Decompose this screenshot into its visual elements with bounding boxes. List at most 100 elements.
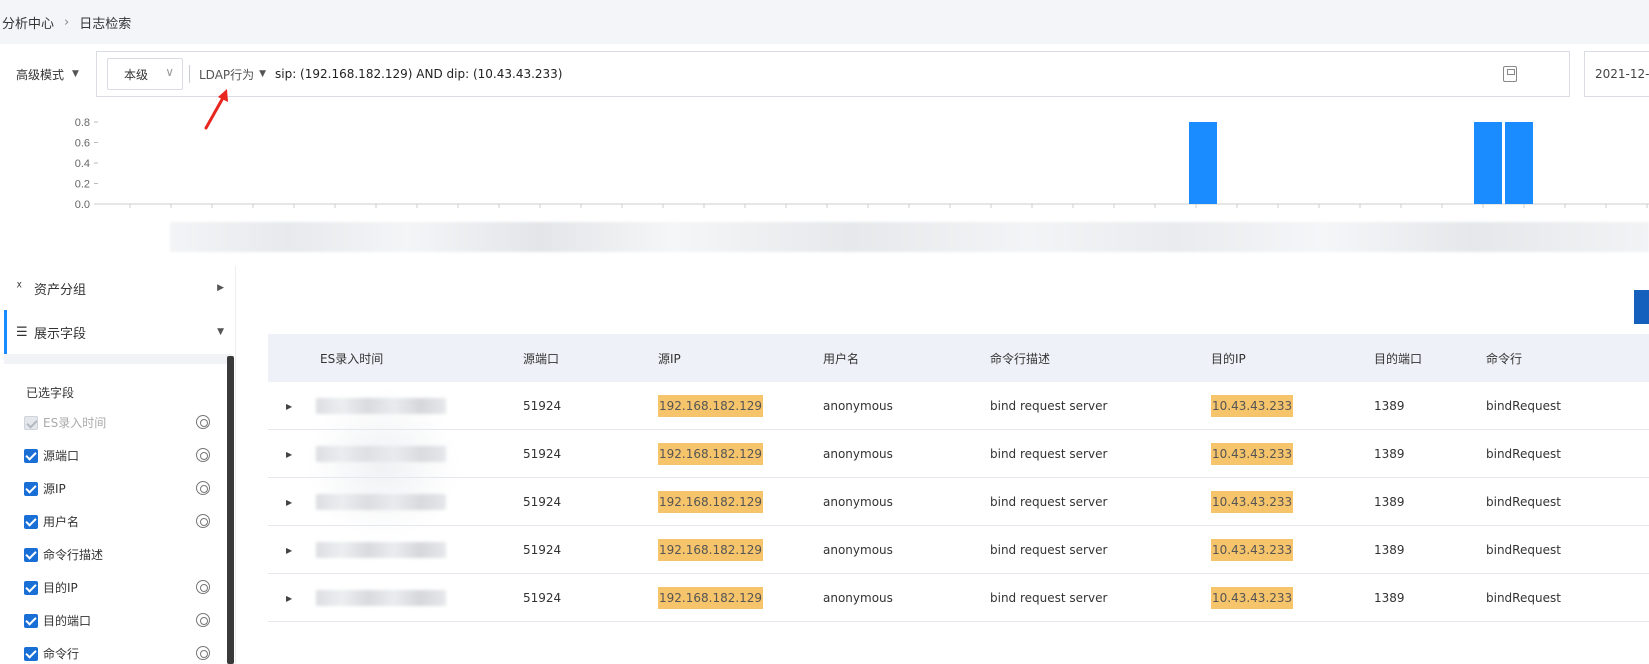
panel-divider xyxy=(4,354,232,364)
breadcrumb-parent[interactable]: 分析中心 xyxy=(2,13,54,32)
column-header[interactable]: 命令行 xyxy=(1486,334,1522,382)
blurred-timestamp xyxy=(316,590,446,606)
query-input[interactable]: sip: (192.168.182.129) AND dip: (10.43.4… xyxy=(275,52,562,96)
table-row[interactable]: ▶ 51924 192.168.182.129 anonymous bind reque… xyxy=(268,574,1649,622)
checkbox[interactable] xyxy=(24,646,38,661)
cell-user: anonymous xyxy=(823,591,893,605)
level-select[interactable]: 本级 ∨ xyxy=(107,58,183,90)
selected-field-item[interactable]: ES录入时间 xyxy=(24,406,220,439)
column-header[interactable]: 目的端口 xyxy=(1374,334,1422,382)
checkbox[interactable] xyxy=(24,613,38,628)
cell-es-time xyxy=(316,574,446,622)
cell-cmd: bindRequest xyxy=(1486,399,1561,413)
mode-select-label: 高级模式 xyxy=(16,67,65,82)
highlighted-ip: 10.43.43.233 xyxy=(1211,539,1294,561)
date-picker[interactable]: 2021-12-2 xyxy=(1584,51,1649,97)
y-tick-label: 0.2 xyxy=(75,179,90,191)
expand-row-icon[interactable]: ▶ xyxy=(286,546,292,555)
histogram-bar[interactable] xyxy=(1505,122,1533,204)
selected-field-item[interactable]: 命令行描述 xyxy=(24,538,220,571)
histogram-bar[interactable] xyxy=(1189,122,1217,204)
highlighted-ip: 192.168.182.129 xyxy=(658,587,764,609)
cell-src-port: 51924 xyxy=(523,591,562,605)
expand-row-icon[interactable]: ▶ xyxy=(286,402,292,411)
selected-field-item[interactable]: 目的IP xyxy=(24,571,220,604)
blurred-time-axis xyxy=(170,222,1649,252)
column-header[interactable]: 源端口 xyxy=(523,334,559,382)
expand-row-icon[interactable]: ▶ xyxy=(286,450,292,459)
caret-down-icon: ▼ xyxy=(72,69,79,79)
cell-src-ip: 192.168.182.129 xyxy=(658,574,764,622)
eye-icon[interactable] xyxy=(196,613,210,627)
field-label: 源IP xyxy=(43,482,66,496)
eye-icon[interactable] xyxy=(196,481,210,495)
checkbox[interactable] xyxy=(24,514,38,529)
selected-fields-title: 已选字段 xyxy=(26,386,75,400)
field-label: ES录入时间 xyxy=(43,416,107,430)
eye-icon[interactable] xyxy=(196,448,210,462)
table-row[interactable]: ▶ 51924 192.168.182.129 anonymous bind reque… xyxy=(268,526,1649,574)
selected-field-item[interactable]: 用户名 xyxy=(24,505,220,538)
left-panel: ᕽ 资产分组 ▶ ☰ 展示字段 ▼ 已选字段 ES录入时间 源端口 源IP 用户名 命令… xyxy=(0,266,236,664)
results-table: ES录入时间 源端口 源IP 用户名 命令行描述 目的IP 目的端口 命令行 ▶ 51924 19… xyxy=(268,334,1649,622)
column-header[interactable]: 命令行描述 xyxy=(990,334,1050,382)
cell-dst-ip: 10.43.43.233 xyxy=(1211,478,1294,526)
expand-row-icon[interactable]: ▶ xyxy=(286,498,292,507)
field-label: 目的IP xyxy=(43,581,78,595)
cell-dst-ip: 10.43.43.233 xyxy=(1211,430,1294,478)
eye-icon[interactable] xyxy=(196,514,210,528)
table-row[interactable]: ▶ 51924 192.168.182.129 anonymous bind reque… xyxy=(268,478,1649,526)
highlighted-ip: 10.43.43.233 xyxy=(1211,491,1294,513)
cell-desc: bind request server xyxy=(990,447,1108,461)
ldap-select-label: LDAP行为 xyxy=(199,67,255,82)
caret-down-icon: ▼ xyxy=(217,327,224,337)
selected-field-item[interactable]: 命令行 xyxy=(24,637,220,664)
cell-src-port: 51924 xyxy=(523,447,562,461)
cell-user: anonymous xyxy=(823,495,893,509)
scrollbar[interactable] xyxy=(227,356,234,664)
cell-cmd: bindRequest xyxy=(1486,447,1561,461)
field-label: 目的端口 xyxy=(43,614,92,628)
action-button[interactable] xyxy=(1634,290,1649,324)
cell-dst-port: 1389 xyxy=(1374,495,1405,509)
cell-desc: bind request server xyxy=(990,399,1108,413)
column-header[interactable]: 用户名 xyxy=(823,334,859,382)
mode-select[interactable]: 高级模式 ▼ xyxy=(4,51,89,97)
display-fields-label: 展示字段 xyxy=(34,326,87,342)
histogram-svg: 0.8 0.6 0.4 0.2 0.0 xyxy=(75,117,1649,211)
cell-desc: bind request server xyxy=(990,591,1108,605)
caret-down-icon: ▼ xyxy=(259,69,267,79)
table-row[interactable]: ▶ 51924 192.168.182.129 anonymous bind reque… xyxy=(268,430,1649,478)
query-box: 本级 ∨ LDAP行为 ▼ sip: (192.168.182.129) AND… xyxy=(96,51,1570,97)
breadcrumb-current: 日志检索 xyxy=(79,16,132,32)
expand-row-icon[interactable]: ▶ xyxy=(286,594,292,603)
column-header[interactable]: 目的IP xyxy=(1211,334,1246,382)
highlighted-ip: 10.43.43.233 xyxy=(1211,443,1294,465)
selected-field-item[interactable]: 源端口 xyxy=(24,439,220,472)
column-header[interactable]: ES录入时间 xyxy=(320,334,383,382)
checkbox[interactable] xyxy=(24,547,38,562)
column-header[interactable]: 源IP xyxy=(658,334,681,382)
table-row[interactable]: ▶ 51924 192.168.182.129 anonymous bind reque… xyxy=(268,382,1649,430)
eye-icon[interactable] xyxy=(196,646,210,660)
checkbox[interactable] xyxy=(24,481,38,496)
y-tick-label: 0.4 xyxy=(75,158,90,170)
caret-right-icon: ▶ xyxy=(217,283,224,293)
checkbox[interactable] xyxy=(24,580,38,595)
eye-icon[interactable] xyxy=(196,580,210,594)
list-icon: ☰ xyxy=(16,324,28,340)
display-fields-toggle[interactable]: ☰ 展示字段 ▼ xyxy=(4,310,232,354)
cell-dst-port: 1389 xyxy=(1374,447,1405,461)
y-tick-label: 0.6 xyxy=(75,138,90,150)
cell-src-port: 51924 xyxy=(523,399,562,413)
cell-src-ip: 192.168.182.129 xyxy=(658,430,764,478)
selected-field-item[interactable]: 目的端口 xyxy=(24,604,220,637)
cell-desc: bind request server xyxy=(990,495,1108,509)
histogram-bar[interactable] xyxy=(1474,122,1502,204)
asset-group-toggle[interactable]: ᕽ 资产分组 ▶ xyxy=(4,266,232,310)
save-icon[interactable] xyxy=(1503,66,1517,82)
cell-dst-ip: 10.43.43.233 xyxy=(1211,382,1294,430)
selected-field-item[interactable]: 源IP xyxy=(24,472,220,505)
checkbox[interactable] xyxy=(24,448,38,463)
eye-icon[interactable] xyxy=(196,415,210,429)
